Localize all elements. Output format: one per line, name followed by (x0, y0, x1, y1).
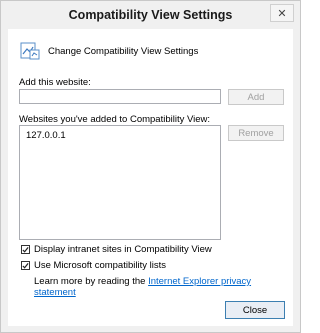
title-bar: Compatibility View Settings ✕ (1, 1, 300, 29)
learn-more-text: Learn more by reading the Internet Explo… (34, 276, 293, 298)
websites-label: Websites you've added to Compatibility V… (19, 114, 211, 125)
close-icon: ✕ (277, 7, 287, 20)
compat-view-icon (20, 42, 40, 60)
websites-list[interactable]: 127.0.0.1 (19, 125, 221, 240)
list-item[interactable]: 127.0.0.1 (26, 130, 66, 141)
add-button[interactable]: Add (228, 89, 284, 105)
intranet-label: Display intranet sites in Compatibility … (34, 244, 212, 255)
close-window-button[interactable]: ✕ (270, 4, 294, 22)
intranet-option[interactable]: Display intranet sites in Compatibility … (21, 244, 212, 255)
ms-lists-checkbox[interactable] (21, 261, 30, 270)
close-button[interactable]: Close (225, 301, 285, 319)
dialog-body: Change Compatibility View Settings Add t… (8, 29, 293, 326)
ms-lists-option[interactable]: Use Microsoft compatibility lists (21, 260, 166, 271)
header-text: Change Compatibility View Settings (48, 46, 199, 57)
ms-lists-label: Use Microsoft compatibility lists (34, 260, 166, 271)
compat-view-dialog: Compatibility View Settings ✕ Change Com… (0, 0, 301, 333)
add-website-input[interactable] (19, 89, 221, 104)
checkmark-icon (22, 262, 29, 269)
intranet-checkbox[interactable] (21, 245, 30, 254)
checkmark-icon (22, 246, 29, 253)
remove-button[interactable]: Remove (228, 125, 284, 141)
learn-more-prefix: Learn more by reading the (34, 276, 149, 287)
dialog-title: Compatibility View Settings (68, 8, 233, 22)
add-website-label: Add this website: (19, 77, 91, 88)
